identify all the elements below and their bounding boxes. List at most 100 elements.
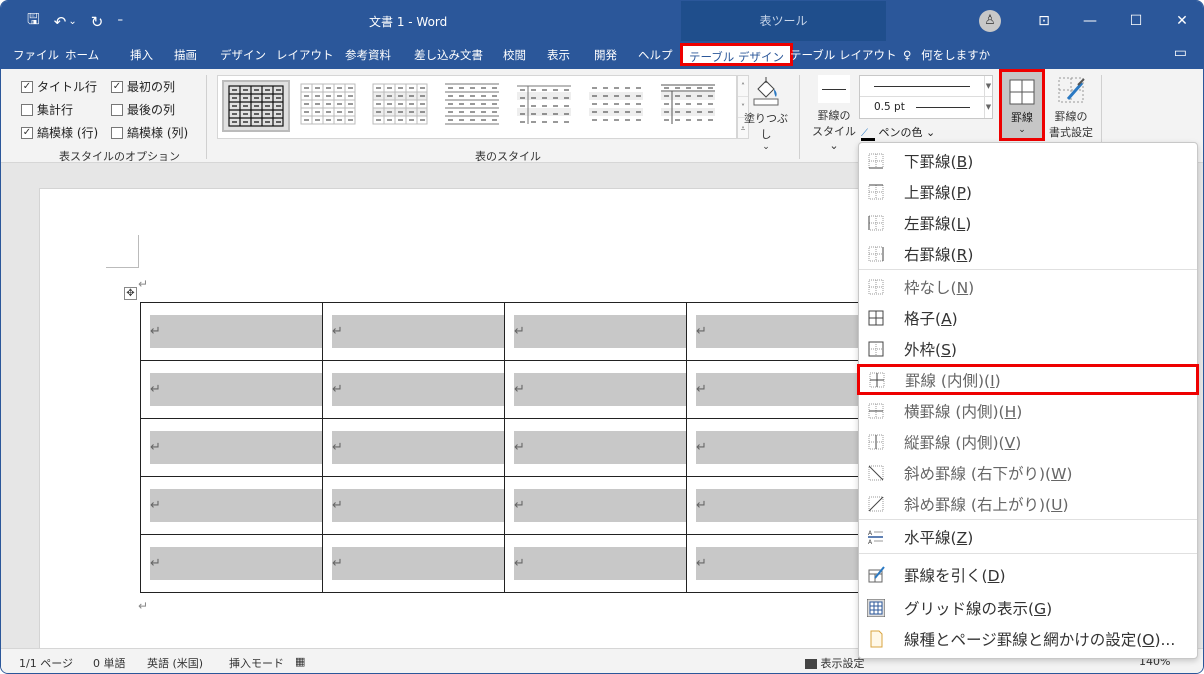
table-style-horizontal-lines[interactable] [440, 80, 508, 132]
account-avatar-icon[interactable]: ♙ [979, 10, 1001, 32]
table-cell[interactable]: ↵ [504, 302, 687, 361]
redo-icon[interactable]: ↻ [91, 13, 104, 31]
table-cell[interactable]: ↵ [686, 360, 869, 419]
checkbox-first-column[interactable]: ✓ 最初の列 [111, 78, 175, 95]
menu-item-inside-horizontal-border[interactable]: 横罫線 (内側)(H) [859, 395, 1197, 426]
table-style-grid[interactable] [222, 80, 290, 132]
table-style-shaded-grid[interactable] [368, 80, 436, 132]
table-cell[interactable]: ↵ [322, 302, 505, 361]
menu-item-draw-table[interactable]: 罫線を引く(D) [859, 559, 1197, 590]
checkbox-box[interactable] [21, 103, 33, 116]
macro-recording-icon[interactable]: ▦ [295, 655, 305, 668]
tab-mailings[interactable]: 差し込み文書 [414, 47, 483, 63]
display-settings[interactable]: 表示設定 [805, 655, 865, 671]
table-cell[interactable]: ↵ [686, 534, 869, 593]
checkbox-banded-columns[interactable]: 縞模様 (列) [111, 124, 188, 141]
checkbox-banded-rows[interactable]: ✓ 縞模様 (行) [21, 124, 98, 141]
menu-item-borders-shading[interactable]: 線種とページ罫線と網かけの設定(O)... [859, 623, 1197, 654]
table-cell[interactable]: ↵ [322, 360, 505, 419]
table-move-handle-icon[interactable]: ✥ [124, 287, 137, 300]
tab-view[interactable]: 表示 [547, 47, 570, 63]
table-cell[interactable]: ↵ [140, 476, 323, 535]
table-row: ↵ ↵ ↵ ↵ [140, 302, 869, 361]
save-icon[interactable]: 🖫 [27, 9, 40, 34]
menu-item-bottom-border[interactable]: 下罫線(B) [859, 145, 1197, 176]
line-style-dropdown[interactable]: ▼ [860, 76, 992, 97]
close-button[interactable]: ✕ [1159, 13, 1203, 29]
document-table[interactable]: ↵ ↵ ↵ ↵ ↵ ↵ ↵ ↵ ↵ ↵ ↵ ↵ ↵ ↵ ↵ ↵ ↵ ↵ ↵ ↵ [140, 302, 869, 593]
table-cell[interactable]: ↵ [686, 476, 869, 535]
menu-item-no-border[interactable]: 枠なし(N) [859, 271, 1197, 302]
undo-dropdown-icon[interactable]: ⌄ [68, 16, 76, 27]
table-style-header-first-col[interactable] [656, 80, 724, 132]
menu-item-inside-borders[interactable]: 罫線 (内側)(I) [857, 364, 1199, 395]
table-cell[interactable]: ↵ [140, 534, 323, 593]
checkbox-box[interactable] [111, 126, 123, 139]
page-count[interactable]: 1/1 ページ [19, 655, 73, 671]
table-cell[interactable]: ↵ [140, 360, 323, 419]
minimize-button[interactable]: — [1067, 13, 1113, 29]
tab-insert[interactable]: 挿入 [130, 47, 153, 63]
customize-qat-icon[interactable]: ⁼ [117, 15, 123, 28]
tab-help[interactable]: ヘルプ [638, 47, 673, 63]
tab-file[interactable]: ファイル [13, 47, 59, 63]
table-cell[interactable]: ↵ [686, 302, 869, 361]
tab-home[interactable]: ホーム [65, 47, 99, 63]
border-styles-button[interactable]: 罫線の スタイル ⌄ [809, 75, 859, 152]
pen-style-selector[interactable]: ▼ 0.5 pt ▼ [859, 75, 993, 119]
table-cell[interactable]: ↵ [504, 360, 687, 419]
checkbox-header-row[interactable]: ✓ タイトル行 [21, 78, 97, 95]
tab-developer[interactable]: 開発 [594, 47, 617, 63]
border-painter-button[interactable]: 罫線の 書式設定 [1047, 75, 1095, 140]
tell-me-search[interactable]: ♀ 何をしますか [903, 47, 990, 63]
table-cell[interactable]: ↵ [322, 476, 505, 535]
pen-color-button[interactable]: ⟋ ペンの色 ⌄ [861, 124, 935, 141]
table-style-light-grid[interactable] [296, 80, 364, 132]
tab-layout[interactable]: レイアウト [276, 47, 334, 63]
ribbon-display-options-icon[interactable]: ⊡ [1021, 13, 1067, 29]
tab-table-layout[interactable]: テーブル レイアウト [790, 47, 896, 63]
comments-icon[interactable]: ▭ [1174, 45, 1187, 61]
menu-item-inside-vertical-border[interactable]: 縦罫線 (内側)(V) [859, 426, 1197, 457]
word-count[interactable]: 0 単語 [93, 655, 126, 671]
table-cell[interactable]: ↵ [686, 418, 869, 477]
menu-item-diagonal-down-border[interactable]: 斜め罫線 (右下がり)(W) [859, 457, 1197, 488]
checkbox-box[interactable]: ✓ [21, 126, 33, 139]
undo-icon[interactable]: ↶ [54, 13, 67, 31]
line-weight-dropdown[interactable]: 0.5 pt ▼ [860, 97, 992, 118]
tab-references[interactable]: 参考資料 [345, 47, 391, 63]
tab-review[interactable]: 校閲 [503, 47, 526, 63]
document-page[interactable]: ↵ ✥ ↵ ↵ ↵ ↵ ↵ ↵ ↵ ↵ ↵ ↵ ↵ ↵ ↵ ↵ ↵ ↵ ↵ ↵ ↵ ↵ ↵ [39, 188, 939, 658]
table-cell[interactable]: ↵ [140, 302, 323, 361]
table-cell[interactable]: ↵ [504, 476, 687, 535]
table-cell[interactable]: ↵ [140, 418, 323, 477]
menu-item-all-borders[interactable]: 格子(A) [859, 302, 1197, 333]
table-cell[interactable]: ↵ [322, 534, 505, 593]
menu-item-left-border[interactable]: 左罫線(L) [859, 207, 1197, 238]
table-cell[interactable]: ↵ [504, 418, 687, 477]
checkbox-box[interactable]: ✓ [21, 80, 33, 93]
menu-item-view-gridlines[interactable]: グリッド線の表示(G) [859, 592, 1197, 623]
language[interactable]: 英語 (米国) [147, 655, 203, 671]
inside-borders-icon [868, 371, 886, 389]
table-style-first-col-banded[interactable] [512, 80, 580, 132]
tab-table-design[interactable]: テーブル デザイン [680, 43, 793, 66]
checkbox-last-column[interactable]: 最後の列 [111, 101, 175, 118]
menu-item-top-border[interactable]: 上罫線(P) [859, 176, 1197, 207]
borders-button[interactable]: 罫線 ⌄ [999, 69, 1045, 141]
checkbox-box[interactable] [111, 103, 123, 116]
tab-draw[interactable]: 描画 [174, 47, 197, 63]
menu-item-diagonal-up-border[interactable]: 斜め罫線 (右上がり)(U) [859, 488, 1197, 519]
menu-item-right-border[interactable]: 右罫線(R) [859, 238, 1197, 269]
tab-design[interactable]: デザイン [220, 47, 266, 63]
maximize-button[interactable]: ☐ [1113, 13, 1159, 29]
checkbox-box[interactable]: ✓ [111, 80, 123, 93]
table-cell[interactable]: ↵ [322, 418, 505, 477]
table-cell[interactable]: ↵ [504, 534, 687, 593]
menu-item-horizontal-line[interactable]: A A 水平線(Z) [859, 521, 1197, 552]
table-style-plain-banded[interactable] [584, 80, 652, 132]
checkbox-total-row[interactable]: 集計行 [21, 101, 73, 118]
insert-mode[interactable]: 挿入モード [229, 655, 284, 671]
menu-item-outside-borders[interactable]: 外枠(S) [859, 333, 1197, 364]
shading-button[interactable]: 塗りつぶし ⌄ [741, 75, 791, 152]
